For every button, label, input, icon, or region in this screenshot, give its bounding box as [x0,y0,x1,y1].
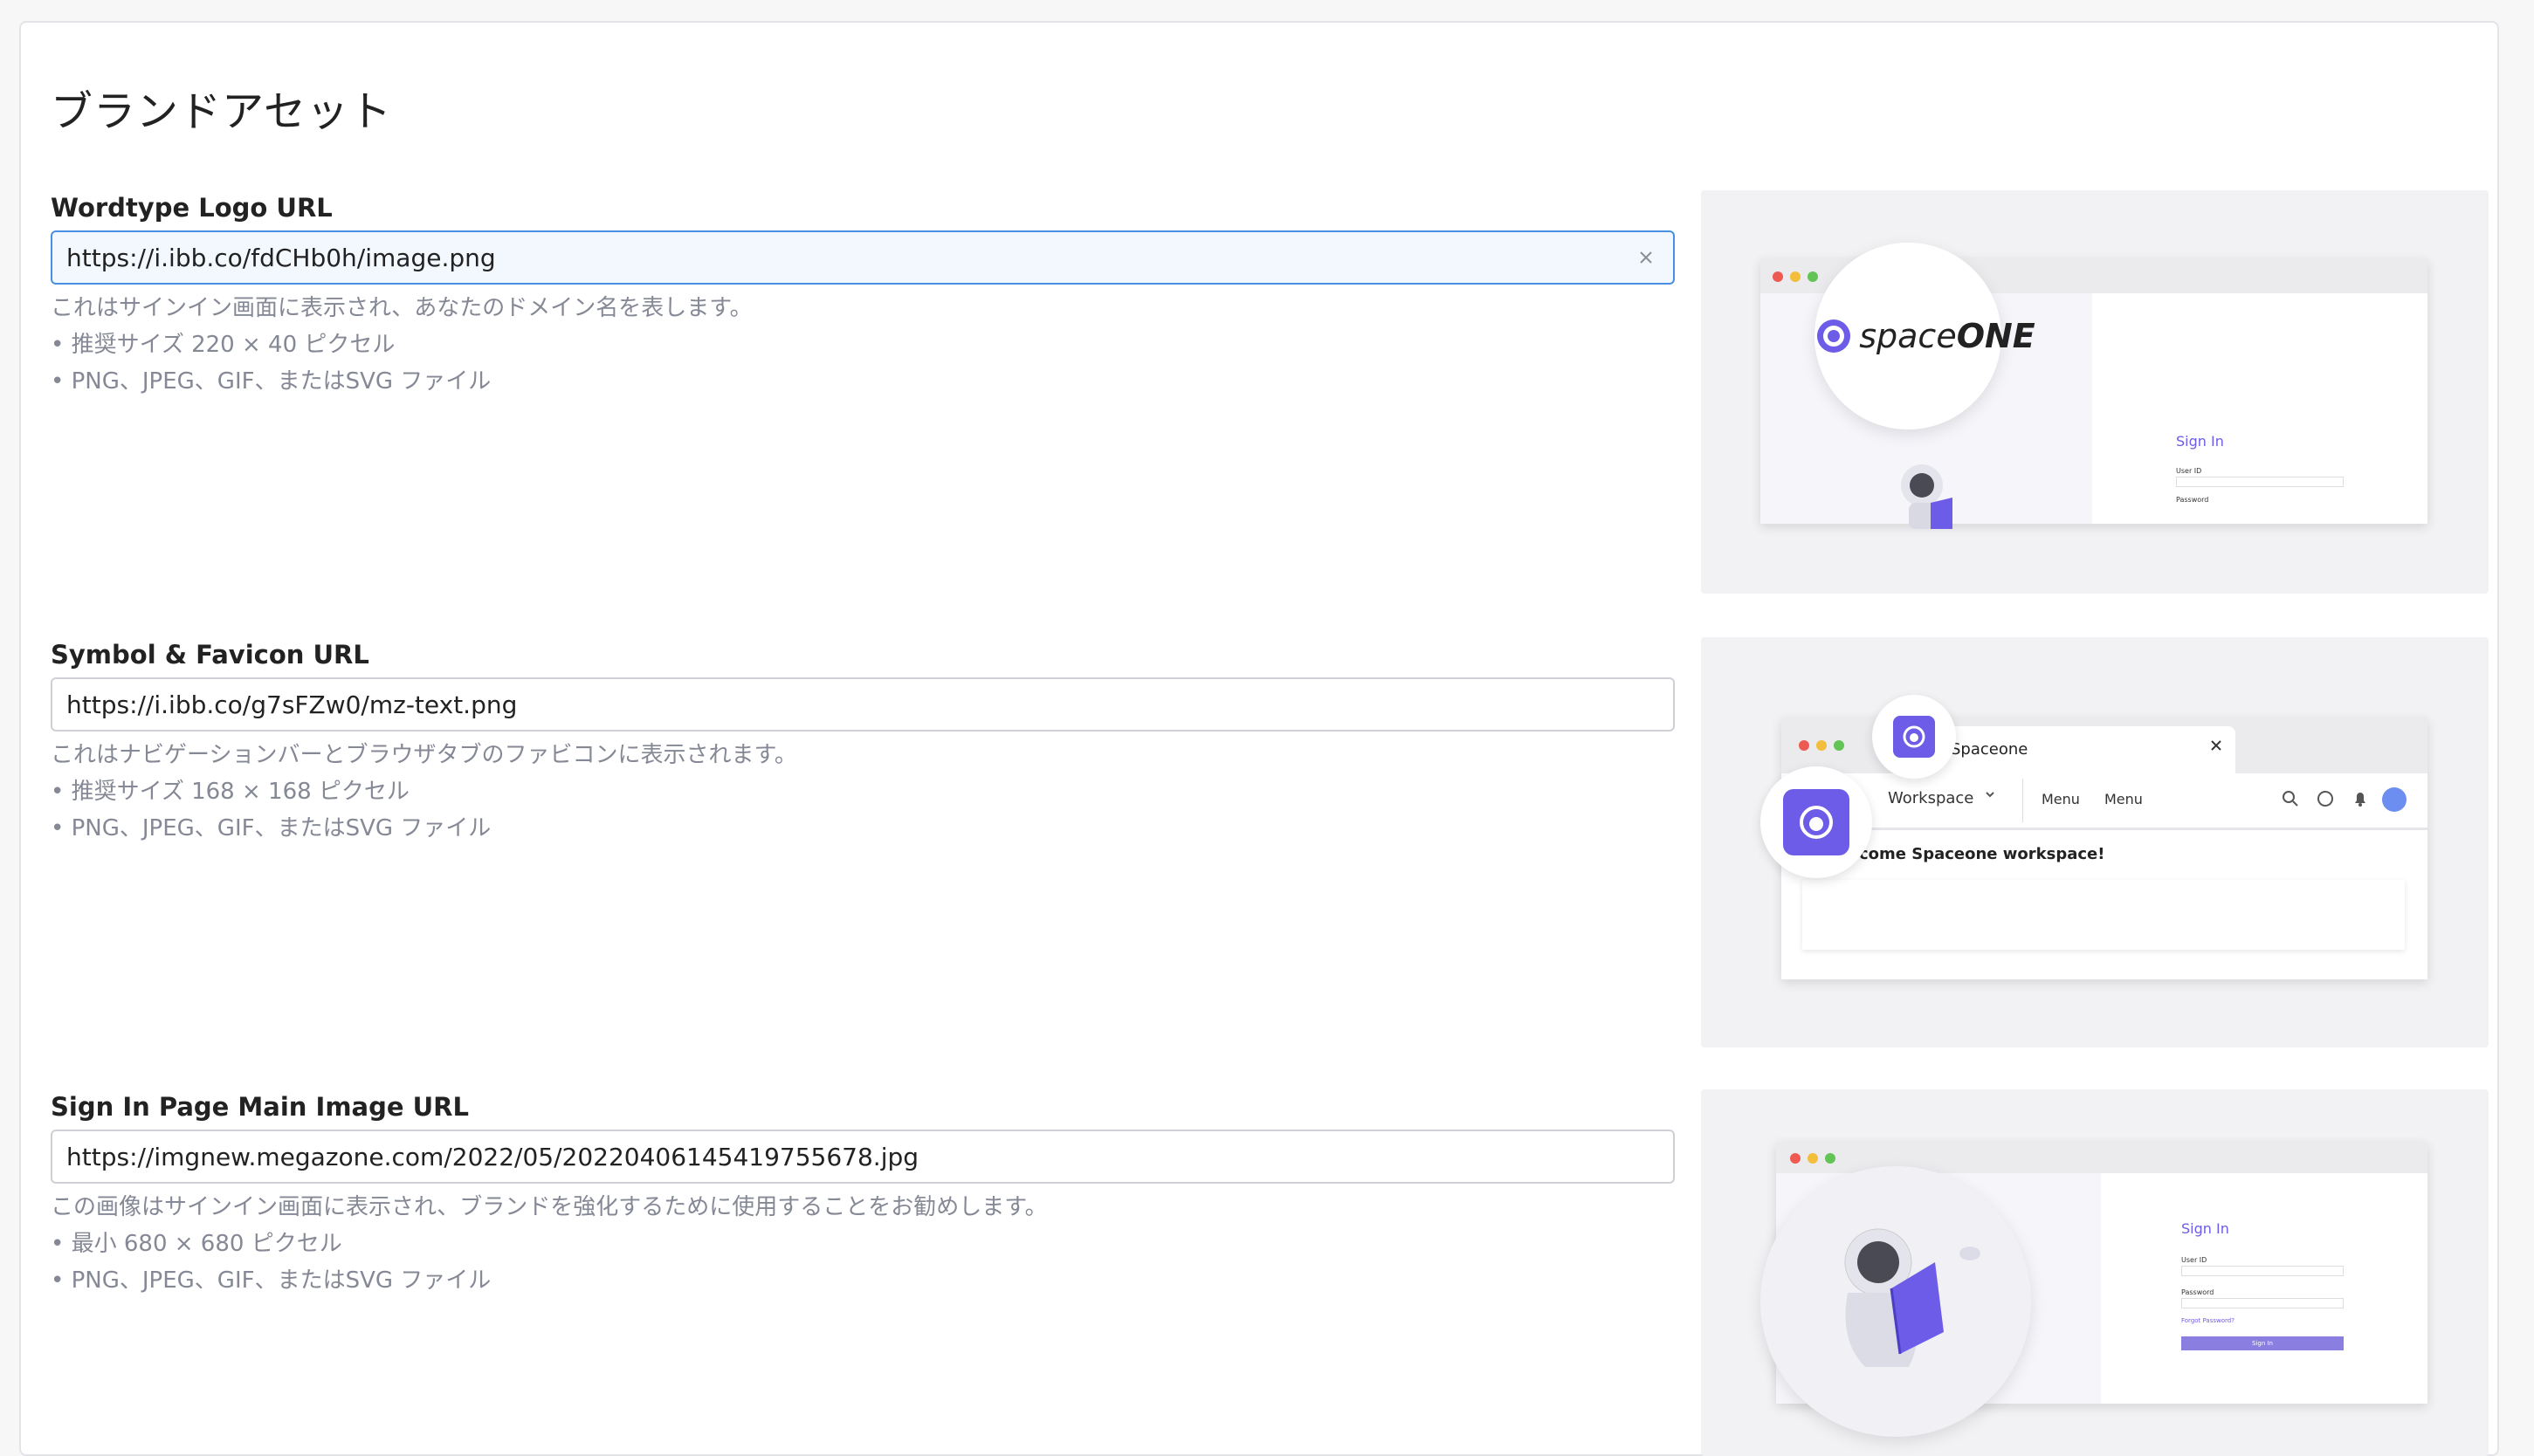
wordtype-logo-preview: Sign In User ID Password spaceONE [1701,190,2489,594]
favicon-small-circle [1872,695,1956,779]
input-value[interactable]: https://i.ibb.co/g7sFZw0/mz-text.png [66,690,517,719]
help-text: これはサインイン画面に表示され、あなたのドメイン名を表します。 • 推奨サイズ … [51,290,1675,400]
bell-icon [2351,789,2370,812]
help-line: これはサインイン画面に表示され、あなたのドメイン名を表します。 [51,295,753,321]
help-line: • PNG、JPEG、GIF、またはSVG ファイル [51,368,492,395]
favicon-small [1893,716,1935,758]
search-icon [2281,789,2300,812]
input-value[interactable]: https://imgnew.megazone.com/2022/05/2022… [66,1143,919,1171]
signin-main-image-preview: Sign In User ID Password Forgot Password… [1701,1089,2489,1456]
spaceone-logo-icon [1817,319,1851,353]
favicon-large-circle [1760,766,1872,878]
welcome-text: Welcome Spaceone workspace! [1826,845,2105,863]
field-label: Sign In Page Main Image URL [51,1092,469,1122]
mock-signin-title: Sign In [2176,433,2224,450]
tab-title: Spaceone [1951,740,2028,759]
wordtype-logo-url-input[interactable]: https://i.ibb.co/fdCHb0h/image.png [51,230,1675,285]
symbol-favicon-preview: Spaceone Workspace Menu Menu Welcome Spa… [1701,637,2489,1047]
mock-nav-bar: Workspace Menu Menu [1781,773,2427,830]
field-label: Wordtype Logo URL [51,193,333,223]
brand-logo-text: spaceONE [1859,317,2035,355]
mock-content-panel [1802,880,2405,950]
favicon-large [1783,789,1849,855]
help-line: • 推奨サイズ 168 × 168 ピクセル [51,779,410,805]
avatar [2382,787,2407,812]
help-text: これはナビゲーションバーとブラウザタブのファビコンに表示されます。 • 推奨サイ… [51,737,1675,847]
input-value[interactable]: https://i.ibb.co/fdCHb0h/image.png [66,244,496,272]
symbol-favicon-section: Symbol & Favicon URL https://i.ibb.co/g7… [51,637,1675,847]
signin-main-image-section: Sign In Page Main Image URL https://imgn… [51,1089,1675,1299]
help-line: これはナビゲーションバーとブラウザタブのファビコンに表示されます。 [51,742,797,768]
help-line: • 推奨サイズ 220 × 40 ピクセル [51,332,396,358]
close-icon [2209,738,2223,756]
chevron-down-icon [1984,787,1996,804]
brand-assets-card: ブランドアセット Wordtype Logo URL https://i.ibb… [19,21,2499,1456]
symbol-favicon-url-input[interactable]: https://i.ibb.co/g7sFZw0/mz-text.png [51,677,1675,731]
signin-main-image-url-input[interactable]: https://imgnew.megazone.com/2022/05/2022… [51,1130,1675,1184]
wordtype-logo-section: Wordtype Logo URL https://i.ibb.co/fdCHb… [51,190,1675,400]
help-line: • 最小 680 × 680 ピクセル [51,1231,342,1257]
astronaut-icon [1844,1228,1980,1367]
support-icon [2316,789,2335,812]
help-text: この画像はサインイン画面に表示され、ブランドを強化するために使用することをお勧め… [51,1189,1675,1299]
close-icon[interactable] [1635,246,1657,269]
brand-logo-circle: spaceONE [1814,243,2035,429]
page-title: ブランドアセット [51,87,393,136]
help-line: • PNG、JPEG、GIF、またはSVG ファイル [51,1267,492,1294]
field-label: Symbol & Favicon URL [51,640,369,670]
help-line: この画像はサインイン画面に表示され、ブランドを強化するために使用することをお勧め… [51,1194,1048,1220]
main-image-circle [1760,1166,2031,1437]
mock-browser-tab: Spaceone [1912,726,2235,773]
astronaut-icon [1883,459,1979,532]
help-line: • PNG、JPEG、GIF、またはSVG ファイル [51,815,492,841]
